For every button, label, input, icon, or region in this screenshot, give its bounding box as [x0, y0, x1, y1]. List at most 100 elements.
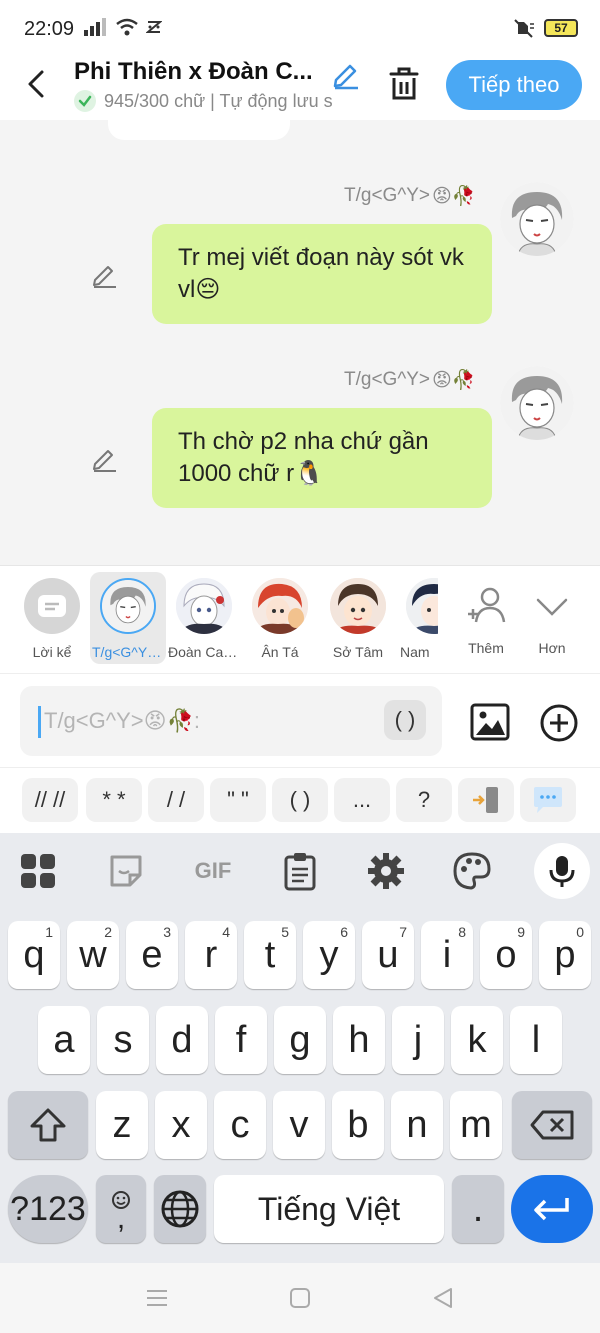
format-paren-button[interactable]: ( ) [272, 778, 328, 822]
status-time: 22:09 [24, 18, 75, 40]
edit-message-button[interactable] [90, 444, 118, 472]
character-label: T/g<G^Y>... [92, 644, 164, 660]
key-i[interactable]: 8i [421, 921, 473, 989]
key-z[interactable]: z [96, 1091, 148, 1159]
edit-title-button[interactable] [330, 58, 362, 90]
character-label: Nam [400, 644, 430, 660]
key-p[interactable]: 0p [539, 921, 591, 989]
apps-button[interactable] [18, 851, 58, 891]
theme-button[interactable] [452, 851, 492, 891]
key-f[interactable]: f [215, 1006, 267, 1074]
key-j[interactable]: j [392, 1006, 444, 1074]
character-doan-can[interactable]: Đoàn Can... [168, 574, 240, 660]
switch-device-button[interactable] [458, 778, 514, 822]
clipboard-button[interactable] [280, 851, 320, 891]
key-g[interactable]: g [274, 1006, 326, 1074]
message-sender: T/g<G^Y> 😡🥀 [344, 184, 475, 208]
character-label: Sở Tâm [332, 644, 384, 660]
character-label: Ân Tá [261, 644, 299, 660]
language-key[interactable] [154, 1175, 206, 1243]
app-notification-icon [146, 21, 162, 33]
avatar [252, 578, 308, 634]
character-so-tam[interactable]: Sở Tâm [322, 574, 394, 660]
next-button[interactable]: Tiếp theo [446, 60, 582, 110]
key-o[interactable]: 9o [480, 921, 532, 989]
format-quote-button[interactable]: " " [210, 778, 266, 822]
insert-image-button[interactable] [470, 702, 510, 742]
key-d[interactable]: d [156, 1006, 208, 1074]
key-r[interactable]: 4r [185, 921, 237, 989]
delete-button[interactable] [386, 64, 422, 104]
emoji-comma-key[interactable]: , [96, 1175, 146, 1243]
message-bubble[interactable]: Tr mej viết đoạn này sót vk vl😔 [152, 224, 492, 324]
enter-key[interactable] [511, 1175, 593, 1243]
key-q[interactable]: 1q [8, 921, 60, 989]
home-button[interactable] [285, 1283, 315, 1313]
key-l[interactable]: l [510, 1006, 562, 1074]
key-b[interactable]: b [332, 1091, 384, 1159]
add-character-button[interactable]: Thêm [450, 574, 522, 656]
sender-emoji: 😡🥀 [432, 186, 476, 207]
settings-button[interactable] [366, 851, 406, 891]
avatar [330, 578, 386, 634]
key-k[interactable]: k [451, 1006, 503, 1074]
message-input[interactable]: T/g<G^Y>😡🥀: ( ) [20, 686, 442, 756]
shift-key[interactable] [8, 1091, 88, 1159]
voice-input-button[interactable] [534, 843, 590, 899]
add-person-icon [468, 587, 506, 623]
edit-message-button[interactable] [90, 260, 118, 288]
sticker-button[interactable] [106, 851, 146, 891]
battery-indicator: 57 [544, 19, 578, 37]
add-attachment-button[interactable] [538, 702, 580, 744]
key-n[interactable]: n [391, 1091, 443, 1159]
chevron-down-icon [536, 598, 568, 616]
format-ellipsis-button[interactable]: ... [334, 778, 390, 822]
key-c[interactable]: c [214, 1091, 266, 1159]
character-nam[interactable]: Nam [392, 574, 438, 660]
avatar[interactable] [500, 182, 574, 256]
key-m[interactable]: m [450, 1091, 502, 1159]
key-label: o [495, 933, 517, 976]
back-button[interactable] [22, 64, 54, 104]
key-x[interactable]: x [155, 1091, 207, 1159]
character-tg-gy[interactable]: T/g<G^Y>... [90, 572, 166, 664]
key-s[interactable]: s [97, 1006, 149, 1074]
character-selector: Lời kể T/g<G^Y>... Đoàn Can... Ân Tá Sở … [0, 565, 600, 673]
key-e[interactable]: 3e [126, 921, 178, 989]
key-a[interactable]: a [38, 1006, 90, 1074]
character-narrator[interactable]: Lời kể [16, 574, 88, 660]
back-nav-button[interactable] [428, 1283, 458, 1313]
gif-button[interactable]: GIF [188, 851, 238, 891]
message-bubble[interactable]: Th chờ p2 nha chứ gần 1000 chữ r🐧 [152, 408, 492, 508]
key-y[interactable]: 6y [303, 921, 355, 989]
symbols-key[interactable]: ?123 [8, 1175, 88, 1243]
parentheses-button[interactable]: ( ) [384, 700, 426, 740]
more-characters-button[interactable]: Hơn [516, 574, 588, 656]
backspace-key[interactable] [512, 1091, 592, 1159]
help-button[interactable]: ? [396, 778, 452, 822]
editor-header: Phi Thiên x Đoàn C... 945/300 chữ | Tự đ… [0, 56, 600, 120]
key-v[interactable]: v [273, 1091, 325, 1159]
key-number-hint: 3 [163, 924, 171, 940]
key-h[interactable]: h [333, 1006, 385, 1074]
sticker-icon [110, 855, 142, 887]
avatar[interactable] [500, 366, 574, 440]
palette-icon [453, 852, 491, 890]
format-thought-button[interactable]: // // [22, 778, 78, 822]
mute-icon [514, 19, 534, 38]
key-w[interactable]: 2w [67, 921, 119, 989]
period-key[interactable]: . [452, 1175, 504, 1243]
key-number-hint: 8 [458, 924, 466, 940]
keyboard-toolbar: GIF [0, 833, 600, 909]
key-u[interactable]: 7u [362, 921, 414, 989]
chat-bubble-button[interactable] [520, 778, 576, 822]
space-key[interactable]: Tiếng Việt [214, 1175, 444, 1243]
format-italic-button[interactable]: / / [148, 778, 204, 822]
pencil-icon [93, 450, 116, 472]
character-an-ta[interactable]: Ân Tá [244, 574, 316, 660]
key-number-hint: 6 [340, 924, 348, 940]
system-nav-bar [0, 1263, 600, 1333]
key-t[interactable]: 5t [244, 921, 296, 989]
menu-button[interactable] [142, 1283, 172, 1313]
format-action-button[interactable]: * * [86, 778, 142, 822]
